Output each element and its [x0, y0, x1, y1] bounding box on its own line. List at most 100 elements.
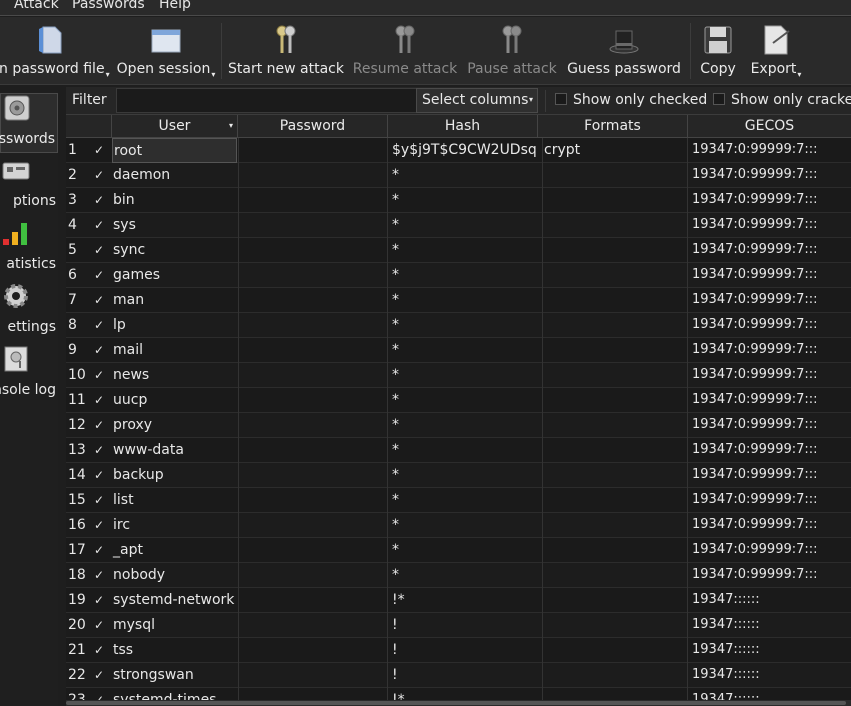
select-columns-dropdown[interactable]: Select columns ▾	[416, 88, 538, 113]
user-cell[interactable]: mail	[112, 338, 237, 363]
row-checkbox[interactable]: ✓	[94, 338, 108, 363]
user-cell[interactable]: systemd-timesync	[112, 688, 237, 700]
table-row[interactable]: 1 ✓ root $y$j9T$C9CW2UDsq crypt 19347:0:99999…	[66, 138, 851, 163]
row-checkbox[interactable]: ✓	[94, 213, 108, 238]
row-checkbox[interactable]: ✓	[94, 488, 108, 513]
format-cell[interactable]	[542, 463, 688, 488]
row-checkbox[interactable]: ✓	[94, 188, 108, 213]
gecos-cell[interactable]: 19347::::::	[692, 663, 851, 688]
hash-cell[interactable]: *	[392, 213, 538, 238]
format-cell[interactable]	[542, 538, 688, 563]
checkbox-box[interactable]	[555, 93, 567, 105]
table-row[interactable]: 23 ✓ systemd-timesync !* 19347::::::	[66, 688, 851, 700]
password-cell[interactable]	[238, 263, 388, 288]
row-checkbox[interactable]: ✓	[94, 538, 108, 563]
gecos-cell[interactable]: 19347:0:99999:7:::	[692, 238, 851, 263]
user-cell[interactable]: uucp	[112, 388, 237, 413]
format-cell[interactable]	[542, 488, 688, 513]
guess-password-button[interactable]: Guess password	[566, 17, 682, 85]
gecos-cell[interactable]: 19347:0:99999:7:::	[692, 363, 851, 388]
gecos-cell[interactable]: 19347:0:99999:7:::	[692, 513, 851, 538]
user-cell[interactable]: news	[112, 363, 237, 388]
table-row[interactable]: 18 ✓ nobody * 19347:0:99999:7:::	[66, 563, 851, 588]
scrollbar-thumb[interactable]	[66, 701, 846, 705]
format-cell[interactable]	[542, 363, 688, 388]
row-checkbox[interactable]: ✓	[94, 688, 108, 700]
row-checkbox[interactable]: ✓	[94, 613, 108, 638]
hash-cell[interactable]: *	[392, 538, 538, 563]
password-cell[interactable]	[238, 513, 388, 538]
row-checkbox[interactable]: ✓	[94, 238, 108, 263]
row-checkbox[interactable]: ✓	[94, 413, 108, 438]
password-cell[interactable]	[238, 213, 388, 238]
user-cell[interactable]: backup	[112, 463, 237, 488]
password-cell[interactable]	[238, 538, 388, 563]
gecos-cell[interactable]: 19347:0:99999:7:::	[692, 563, 851, 588]
format-cell[interactable]	[542, 238, 688, 263]
open-password-file-button[interactable]: en password file▾	[0, 17, 110, 85]
hash-cell[interactable]: *	[392, 288, 538, 313]
table-row[interactable]: 19 ✓ systemd-network !* 19347::::::	[66, 588, 851, 613]
sidebar-item-options[interactable]: ptions	[0, 156, 58, 216]
header-gecos[interactable]: GECOS	[688, 115, 851, 138]
format-cell[interactable]	[542, 163, 688, 188]
format-cell[interactable]	[542, 388, 688, 413]
user-cell[interactable]: tss	[112, 638, 237, 663]
password-cell[interactable]	[238, 563, 388, 588]
gecos-cell[interactable]: 19347:0:99999:7:::	[692, 263, 851, 288]
gecos-cell[interactable]: 19347:0:99999:7:::	[692, 338, 851, 363]
table-row[interactable]: 6 ✓ games * 19347:0:99999:7:::	[66, 263, 851, 288]
row-checkbox[interactable]: ✓	[94, 313, 108, 338]
password-cell[interactable]	[238, 488, 388, 513]
table-row[interactable]: 15 ✓ list * 19347:0:99999:7:::	[66, 488, 851, 513]
user-cell[interactable]: lp	[112, 313, 237, 338]
start-new-attack-button[interactable]: Start new attack	[228, 17, 344, 85]
table-row[interactable]: 3 ✓ bin * 19347:0:99999:7:::	[66, 188, 851, 213]
horizontal-scrollbar[interactable]	[66, 700, 851, 706]
checkbox-box[interactable]	[713, 93, 725, 105]
hash-cell[interactable]: *	[392, 238, 538, 263]
table-row[interactable]: 20 ✓ mysql! 19347::::::	[66, 613, 851, 638]
row-checkbox[interactable]: ✓	[94, 513, 108, 538]
format-cell[interactable]	[542, 213, 688, 238]
password-cell[interactable]	[238, 288, 388, 313]
hash-cell[interactable]: *	[392, 338, 538, 363]
table-row[interactable]: 10 ✓ news * 19347:0:99999:7:::	[66, 363, 851, 388]
show-only-cracked-checkbox[interactable]: Show only cracked	[713, 92, 851, 108]
table-row[interactable]: 8 ✓ lp * 19347:0:99999:7:::	[66, 313, 851, 338]
gecos-cell[interactable]: 19347:0:99999:7:::	[692, 313, 851, 338]
export-button[interactable]: Export▾	[746, 17, 806, 85]
format-cell[interactable]	[542, 563, 688, 588]
password-cell[interactable]	[238, 413, 388, 438]
password-cell[interactable]	[238, 188, 388, 213]
gecos-cell[interactable]: 19347:0:99999:7:::	[692, 438, 851, 463]
format-cell[interactable]	[542, 513, 688, 538]
password-cell[interactable]	[238, 238, 388, 263]
user-cell[interactable]: sync	[112, 238, 237, 263]
gecos-cell[interactable]: 19347::::::	[692, 688, 851, 700]
table-row[interactable]: 12 ✓ proxy * 19347:0:99999:7:::	[66, 413, 851, 438]
row-checkbox[interactable]: ✓	[94, 363, 108, 388]
row-checkbox[interactable]: ✓	[94, 663, 108, 688]
gecos-cell[interactable]: 19347:0:99999:7:::	[692, 413, 851, 438]
format-cell[interactable]	[542, 638, 688, 663]
user-cell[interactable]: games	[112, 263, 237, 288]
password-cell[interactable]	[238, 663, 388, 688]
format-cell[interactable]	[542, 663, 688, 688]
table-row[interactable]: 22 ✓ strongswan! 19347::::::	[66, 663, 851, 688]
sidebar-item-console-log[interactable]: nsole log	[0, 345, 58, 405]
format-cell[interactable]	[542, 588, 688, 613]
user-cell[interactable]: root	[112, 138, 237, 163]
menu-passwords[interactable]: Passwords	[72, 0, 145, 12]
hash-cell[interactable]: *	[392, 438, 538, 463]
row-checkbox[interactable]: ✓	[94, 638, 108, 663]
password-cell[interactable]	[238, 463, 388, 488]
gecos-cell[interactable]: 19347:0:99999:7:::	[692, 188, 851, 213]
user-cell[interactable]: mysql	[112, 613, 237, 638]
row-checkbox[interactable]: ✓	[94, 438, 108, 463]
menu-attack[interactable]: Attack	[14, 0, 59, 12]
user-cell[interactable]: list	[112, 488, 237, 513]
user-cell[interactable]: daemon	[112, 163, 237, 188]
format-cell[interactable]	[542, 413, 688, 438]
gecos-cell[interactable]: 19347:0:99999:7:::	[692, 463, 851, 488]
